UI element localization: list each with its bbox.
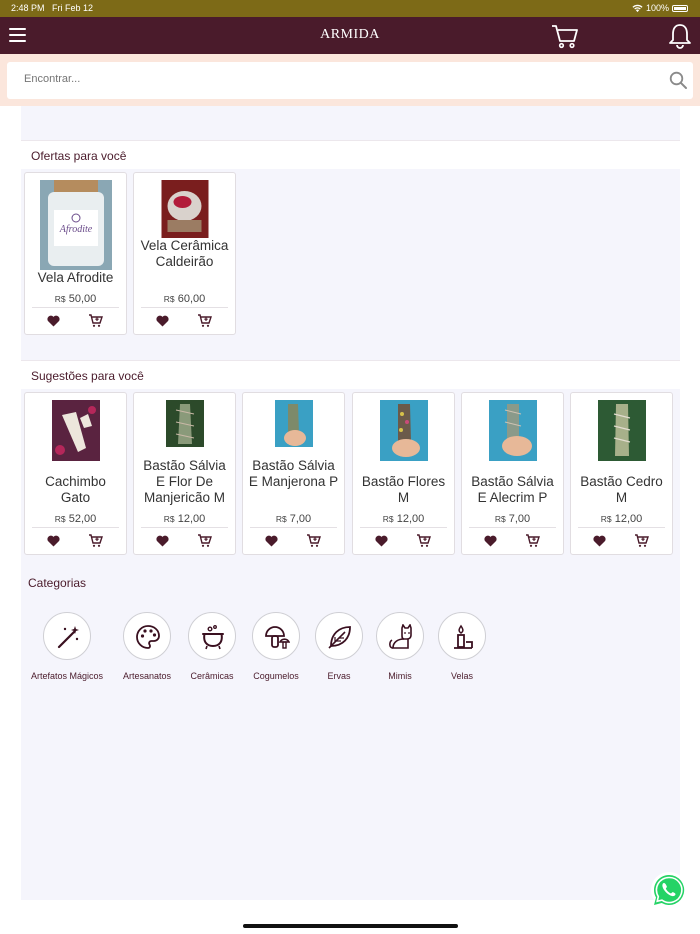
card-divider [32,527,119,528]
heart-icon[interactable] [375,535,388,547]
status-indicators: 100% [632,3,688,13]
product-card[interactable]: Vela Cerâmica Caldeirão R$ 60,00 [133,172,236,335]
palette-icon [136,625,160,649]
product-price: R$ 60,00 [163,293,206,305]
heart-icon[interactable] [484,535,497,547]
leaf-icon [328,626,351,649]
product-price: R$ 7,00 [275,513,312,525]
category-label: Artefatos Mágicos [30,671,104,681]
candle-icon [454,624,473,649]
app-title: ARMIDA [320,27,380,42]
battery-icon [672,4,688,12]
home-indicator [243,924,458,928]
add-to-cart-icon[interactable] [306,533,321,548]
product-card[interactable]: Bastão Sálvia E Alecrim P R$ 7,00 [461,392,564,555]
product-image [488,400,537,461]
heart-icon[interactable] [47,315,60,327]
product-name: Vela Afrodite [37,270,114,285]
wifi-icon [632,4,643,12]
cart-icon[interactable] [551,23,578,49]
card-divider [32,307,119,308]
card-divider [578,527,665,528]
product-name: Bastão Sálvia E Manjerona P [248,458,339,489]
product-price: R$ 50,00 [54,293,97,305]
product-card[interactable]: Bastão Sálvia E Manjerona P R$ 7,00 [242,392,345,555]
add-to-cart-icon[interactable] [634,533,649,548]
product-name: Bastão Sálvia E Alecrim P [471,474,554,505]
product-card[interactable]: Cachimbo Gato R$ 52,00 [24,392,127,555]
product-image [165,400,204,447]
categories-title: Categorias [28,576,87,590]
category-label: Velas [450,671,474,681]
product-name: Bastão Cedro M [580,474,663,505]
cat-icon [389,624,412,649]
product-image [161,180,208,238]
product-price: R$ 7,00 [494,513,531,525]
category-circle[interactable] [252,612,300,660]
search-icon[interactable] [669,71,688,90]
product-card[interactable]: Bastão Flores M R$ 12,00 [352,392,455,555]
product-card[interactable]: Afrodite Vela Afrodite R$ 50,00 [24,172,127,335]
product-price: R$ 12,00 [600,513,643,525]
card-divider [469,527,556,528]
add-to-cart-icon[interactable] [88,533,103,548]
heart-icon[interactable] [265,535,278,547]
product-image [597,400,646,461]
product-price: R$ 12,00 [163,513,206,525]
search-bar [0,54,700,106]
category-circle[interactable] [123,612,171,660]
product-image [51,400,100,461]
heart-icon[interactable] [156,535,169,547]
category-circle[interactable] [376,612,424,660]
whatsapp-icon[interactable] [650,871,688,909]
add-to-cart-icon[interactable] [197,313,212,328]
add-to-cart-icon[interactable] [197,533,212,548]
category-circle[interactable] [188,612,236,660]
magic-wand-icon [57,626,79,649]
status-bar: 2:48 PM Fri Feb 12 100% [0,0,700,17]
product-price: R$ 12,00 [382,513,425,525]
heart-icon[interactable] [156,315,169,327]
card-divider [250,527,337,528]
product-card[interactable]: Bastão Cedro M R$ 12,00 [570,392,673,555]
search-box[interactable] [7,62,693,99]
product-card[interactable]: Bastão Sálvia E Flor De Manjericão M R$ … [133,392,236,555]
top-nav-bar: ARMIDA [0,17,700,54]
product-price: R$ 52,00 [54,513,97,525]
product-name: Bastão Flores M [361,474,446,505]
category-circle[interactable] [315,612,363,660]
svg-text:Afrodite: Afrodite [58,224,92,235]
suggestions-title: Sugestões para você [31,369,144,383]
bell-icon[interactable] [668,23,692,49]
heart-icon[interactable] [593,535,606,547]
product-name: Vela Cerâmica Caldeirão [140,238,229,269]
card-divider [360,527,447,528]
card-divider [141,527,228,528]
cauldron-icon [202,625,224,650]
product-image [379,400,428,461]
product-image [274,400,313,447]
offers-section-header: Ofertas para você [21,140,680,169]
product-image: Afrodite [39,180,112,270]
search-input[interactable] [24,73,624,85]
product-name: Cachimbo Gato [45,474,106,505]
suggestions-section-header: Sugestões para você [21,360,680,389]
status-date: Fri Feb 12 [52,3,94,13]
card-divider [141,307,228,308]
battery-percent: 100% [645,3,669,13]
product-name: Bastão Sálvia E Flor De Manjericão M [143,458,226,505]
add-to-cart-icon[interactable] [525,533,540,548]
status-time: 2:48 PM [11,3,45,13]
add-to-cart-icon[interactable] [416,533,431,548]
category-circle[interactable] [438,612,486,660]
offers-title: Ofertas para você [31,149,127,163]
add-to-cart-icon[interactable] [88,313,103,328]
category-circle[interactable] [43,612,91,660]
heart-icon[interactable] [47,535,60,547]
mushroom-icon [265,626,290,649]
